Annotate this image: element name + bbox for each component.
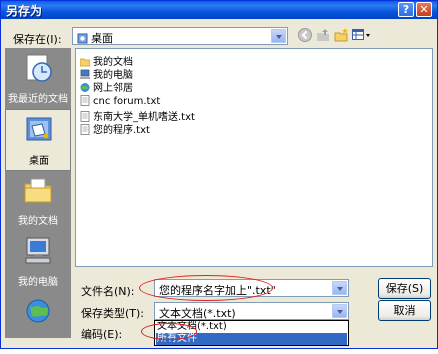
my-computer-icon bbox=[25, 237, 51, 264]
list-item[interactable]: cnc forum.txt bbox=[80, 95, 160, 108]
desktop-small-icon bbox=[77, 33, 88, 44]
file-name: 您的程序.txt bbox=[93, 125, 150, 136]
save-in-dropdown-arrow[interactable] bbox=[271, 29, 286, 43]
desktop-icon bbox=[26, 117, 52, 141]
close-button[interactable]: ✕ bbox=[416, 2, 432, 17]
list-item[interactable]: 我的电脑 bbox=[80, 66, 133, 81]
file-list[interactable]: 我的文档 我的电脑 网上邻居 cnc forum.txt 东南大学_单机嗜送.t… bbox=[75, 48, 433, 267]
recent-docs-icon bbox=[26, 54, 52, 82]
network-icon bbox=[80, 83, 90, 92]
place-label: 我的电脑 bbox=[18, 277, 58, 288]
filename-dropdown-arrow[interactable] bbox=[332, 281, 347, 295]
list-item[interactable]: 网上邻居 bbox=[80, 79, 133, 94]
network-icon bbox=[26, 299, 50, 323]
encoding-label: 编码(E): bbox=[81, 328, 123, 341]
places-bar: 我最近的文档 桌面 我的文档 我的电脑 bbox=[5, 48, 71, 338]
window-title: 另存为 bbox=[6, 4, 43, 18]
text-file-icon bbox=[80, 95, 90, 106]
filename-input[interactable]: 您的程序名字加上".txt" bbox=[154, 279, 349, 297]
my-documents-icon bbox=[24, 178, 52, 203]
dropdown-option-text[interactable]: 文本文档(*.txt) bbox=[156, 321, 347, 333]
place-desktop[interactable]: 桌面 bbox=[5, 109, 71, 171]
place-my-computer[interactable]: 我的电脑 bbox=[5, 231, 71, 293]
save-type-label: 保存类型(T): bbox=[81, 307, 145, 320]
filename-label: 文件名(N): bbox=[81, 285, 135, 298]
file-name: cnc forum.txt bbox=[93, 96, 161, 107]
place-label: 我的文档 bbox=[18, 216, 58, 227]
filename-value: 您的程序名字加上".txt" bbox=[159, 284, 276, 297]
place-network[interactable] bbox=[5, 292, 71, 354]
file-name: 网上邻居 bbox=[93, 83, 133, 94]
save-as-dialog: 另存为 ? ✕ 保存在(I): 桌面 我最近的文档 桌面 我的文档 我的电脑 我… bbox=[0, 0, 438, 349]
help-button[interactable]: ? bbox=[398, 2, 414, 17]
view-menu-icon[interactable] bbox=[351, 27, 371, 43]
place-label: 我最近的文档 bbox=[8, 94, 68, 105]
save-type-value: 文本文档(*.txt) bbox=[159, 307, 236, 320]
place-my-documents[interactable]: 我的文档 bbox=[5, 170, 71, 232]
save-type-dropdown-arrow[interactable] bbox=[332, 304, 347, 318]
save-type-dropdown-list: 文本文档(*.txt) 所有文件 bbox=[154, 320, 349, 346]
list-item[interactable]: 您的程序.txt bbox=[80, 121, 150, 136]
back-icon[interactable] bbox=[297, 27, 313, 43]
title-bar[interactable]: 另存为 ? ✕ bbox=[1, 1, 437, 19]
place-recent-documents[interactable]: 我最近的文档 bbox=[5, 48, 71, 110]
save-type-select[interactable]: 文本文档(*.txt) bbox=[154, 302, 349, 320]
dropdown-option-all-files[interactable]: 所有文件 bbox=[156, 333, 347, 345]
save-button[interactable]: 保存(S) bbox=[378, 278, 431, 299]
up-folder-icon[interactable] bbox=[315, 27, 331, 43]
new-folder-icon[interactable] bbox=[333, 27, 349, 43]
cancel-button[interactable]: 取消 bbox=[378, 300, 431, 321]
list-item[interactable]: 我的文档 bbox=[80, 53, 133, 68]
place-label: 桌面 bbox=[29, 156, 49, 167]
save-in-combo[interactable]: 桌面 bbox=[72, 27, 288, 45]
save-in-label: 保存在(I): bbox=[13, 33, 62, 46]
list-item[interactable]: 东南大学_单机嗜送.txt bbox=[80, 108, 195, 123]
save-in-value: 桌面 bbox=[77, 30, 113, 46]
text-file-icon bbox=[80, 124, 90, 135]
